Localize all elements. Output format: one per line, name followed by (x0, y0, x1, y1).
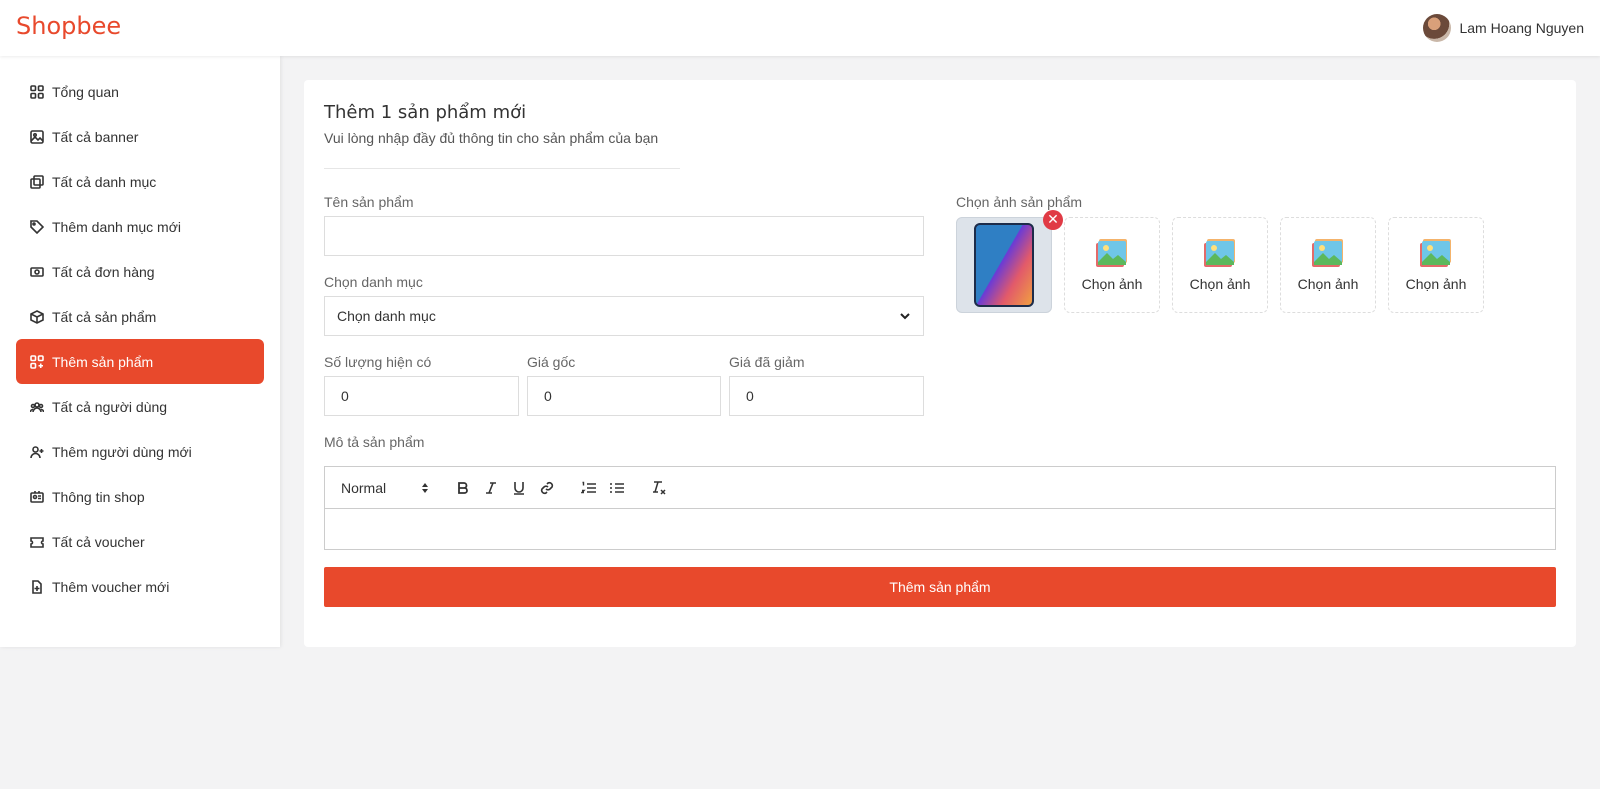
description-editor: Normal (324, 466, 1556, 550)
clear-format-icon (653, 480, 666, 495)
page-title: Thêm 1 sản phẩm mới (324, 102, 527, 123)
image-upload-slot[interactable]: Chọn ảnh (1388, 217, 1484, 313)
divider (324, 168, 680, 169)
add-product-card: Thêm 1 sản phẩm mới Vui lòng nhập đầy đủ… (304, 80, 1576, 647)
image-placeholder-icon (1420, 239, 1451, 267)
add-product-button[interactable]: Thêm sản phẩm (324, 567, 1556, 607)
sidebar-item-overview[interactable]: Tổng quan (16, 69, 264, 114)
format-selected-value: Normal (341, 479, 387, 496)
underline-button[interactable] (505, 476, 533, 500)
sidebar-item-label: Tất cả đơn hàng (52, 263, 155, 280)
price-input[interactable]: 0 (527, 376, 721, 416)
sidebar-item-banners[interactable]: Tất cả banner (16, 114, 264, 159)
link-icon (540, 481, 554, 494)
image-slot-label: Chọn ảnh (1189, 276, 1251, 292)
link-button[interactable] (533, 476, 561, 500)
price-label: Giá gốc (527, 354, 576, 370)
sidebar-item-label: Tất cả người dùng (52, 398, 168, 415)
sidebar-item-label: Thêm voucher mới (52, 578, 170, 595)
discount-price-label: Giá đã giảm (729, 354, 805, 370)
sort-arrows-icon (422, 482, 428, 493)
sidebar-item-label: Thông tin shop (52, 488, 145, 505)
image-upload-slot[interactable]: Chọn ảnh (1280, 217, 1376, 313)
user-plus-icon (30, 445, 44, 458)
file-plus-icon (32, 579, 42, 594)
image-slot-label: Chọn ảnh (1297, 276, 1359, 292)
product-photo (974, 223, 1034, 307)
tag-icon (30, 219, 44, 234)
image-upload-slot[interactable]: Chọn ảnh (1064, 217, 1160, 313)
underline-icon (514, 481, 524, 495)
sidebar-item-add-product[interactable]: Thêm sản phẩm (16, 339, 264, 384)
image-upload-slot[interactable]: Chọn ảnh (1172, 217, 1268, 313)
sidebar-item-label: Tất cả sản phẩm (52, 308, 157, 325)
sidebar-item-add-voucher[interactable]: Thêm voucher mới (16, 564, 264, 609)
bullet-list-button[interactable] (603, 476, 631, 500)
users-icon (30, 401, 44, 412)
copy-icon (30, 174, 44, 189)
avatar[interactable] (1423, 14, 1452, 42)
sidebar-item-products[interactable]: Tất cả sản phẩm (16, 294, 264, 339)
format-select[interactable]: Normal (341, 480, 429, 496)
sidebar-item-categories[interactable]: Tất cả danh mục (16, 159, 264, 204)
ordered-list-icon (581, 481, 596, 493)
discount-price-input[interactable]: 0 (729, 376, 924, 416)
image-placeholder-icon (1204, 239, 1235, 267)
sidebar-item-label: Tất cả danh mục (52, 173, 157, 190)
description-label: Mô tả sản phẩm (324, 434, 425, 450)
chevron-down-icon (900, 313, 910, 320)
category-select[interactable]: Chọn danh mục (324, 296, 924, 336)
sidebar-item-users[interactable]: Tất cả người dùng (16, 384, 264, 429)
bold-button[interactable] (449, 476, 477, 500)
image-placeholder-icon (1096, 239, 1127, 267)
product-name-input[interactable] (324, 216, 924, 256)
italic-button[interactable] (477, 476, 505, 500)
bullet-list-icon (610, 482, 624, 493)
sidebar: Tổng quan Tất cả banner Tất cả danh mục … (0, 56, 280, 647)
remove-image-button[interactable]: ✕ (1043, 210, 1063, 230)
grid-icon (30, 84, 44, 99)
clear-format-button[interactable] (645, 476, 673, 500)
ticket-icon (30, 536, 44, 548)
box-icon (30, 309, 44, 324)
image-placeholder-icon (1312, 239, 1343, 267)
grid-plus-icon (30, 354, 44, 369)
product-image-thumbnail[interactable]: ✕ (956, 210, 1063, 313)
quantity-label: Số lượng hiện có (324, 354, 432, 370)
sidebar-item-label: Tổng quan (52, 83, 119, 100)
product-name-label: Tên sản phẩm (324, 194, 414, 210)
sidebar-item-label: Tất cả banner (52, 128, 139, 145)
sidebar-item-vouchers[interactable]: Tất cả voucher (16, 519, 264, 564)
user-menu[interactable]: Lam Hoang Nguyen (1423, 14, 1584, 42)
ordered-list-button[interactable] (575, 476, 603, 500)
image-icon (30, 129, 44, 144)
product-images-label: Chọn ảnh sản phẩm (956, 194, 1083, 210)
sidebar-item-label: Thêm sản phẩm (52, 353, 154, 370)
top-bar: Shopbee Lam Hoang Nguyen (0, 0, 1600, 56)
sidebar-item-label: Thêm danh mục mới (52, 218, 182, 235)
sidebar-item-label: Thêm người dùng mới (52, 443, 192, 460)
sidebar-item-shop-info[interactable]: Thông tin shop (16, 474, 264, 519)
user-name[interactable]: Lam Hoang Nguyen (1459, 20, 1584, 36)
italic-icon (486, 481, 496, 494)
id-card-icon (30, 490, 44, 503)
page-subtitle: Vui lòng nhập đầy đủ thông tin cho sản p… (324, 130, 659, 146)
sidebar-item-add-category[interactable]: Thêm danh mục mới (16, 204, 264, 249)
sidebar-item-orders[interactable]: Tất cả đơn hàng (16, 249, 264, 294)
money-icon (30, 266, 44, 277)
image-slot-label: Chọn ảnh (1405, 276, 1467, 292)
category-label: Chọn danh mục (324, 274, 423, 290)
image-slot-label: Chọn ảnh (1081, 276, 1143, 292)
category-selected-value: Chọn danh mục (337, 308, 436, 324)
bold-icon (458, 481, 468, 494)
sidebar-item-add-user[interactable]: Thêm người dùng mới (16, 429, 264, 474)
quantity-input[interactable]: 0 (324, 376, 519, 416)
editor-toolbar: Normal (325, 467, 1555, 509)
brand-logo[interactable]: Shopbee (16, 12, 121, 40)
sidebar-item-label: Tất cả voucher (52, 533, 145, 550)
